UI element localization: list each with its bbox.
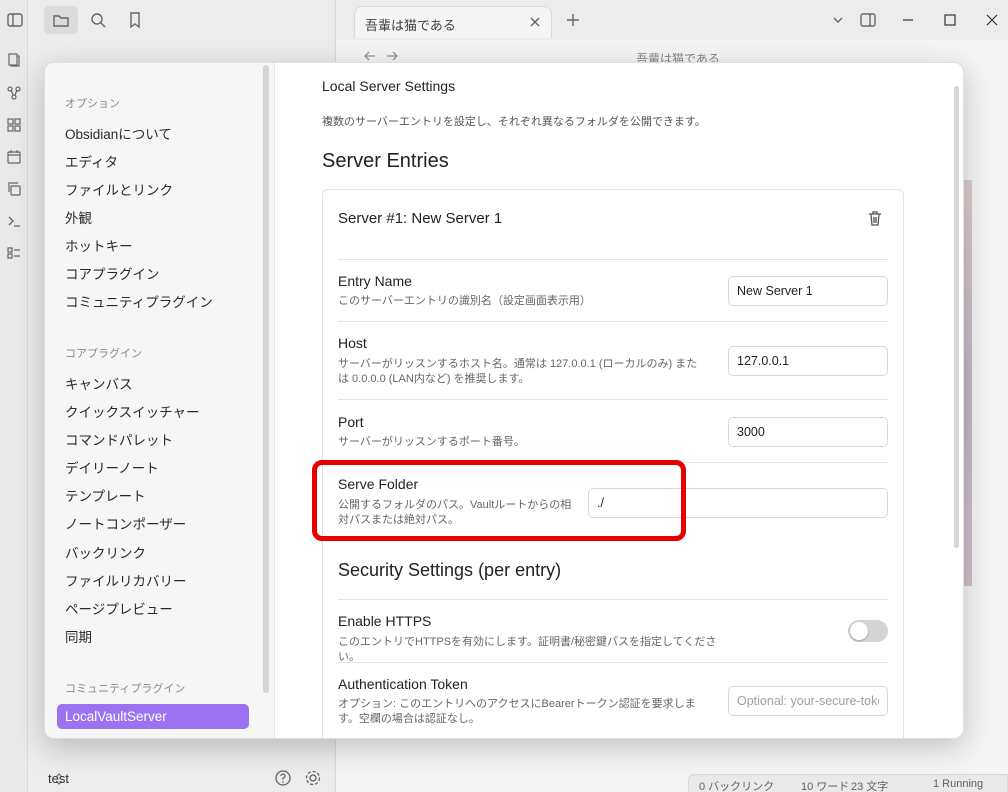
entry-name-input[interactable] — [728, 276, 888, 306]
group-heading-community: コミュニティプラグイン — [65, 683, 186, 695]
divider — [338, 662, 888, 663]
sidebar-item-page-preview[interactable]: ページプレビュー — [65, 598, 173, 618]
divider — [338, 259, 888, 260]
https-label: Enable HTTPS — [338, 613, 432, 629]
port-description: サーバーがリッスンするポート番号。 — [338, 436, 525, 448]
sidebar-item-about[interactable]: Obsidianについて — [65, 123, 172, 143]
sidebar-item-editor[interactable]: エディタ — [65, 151, 118, 171]
modal-bottom-edge — [44, 739, 964, 792]
group-heading-core: コアプラグイン — [65, 348, 142, 360]
highlight-annotation-box — [312, 460, 686, 541]
port-input[interactable] — [728, 417, 888, 447]
auth-token-description: オプション: このエントリへのアクセスにBearerトークン認証を要求します。空… — [338, 698, 696, 725]
section-title: Local Server Settings — [322, 78, 456, 94]
settings-sidebar: オプション Obsidianについて エディタ ファイルとリンク 外観 ホットキ… — [45, 63, 275, 738]
sidebar-item-command-palette[interactable]: コマンドパレット — [65, 429, 173, 449]
security-heading: Security Settings (per entry) — [338, 560, 562, 580]
server-entries-heading: Server Entries — [322, 150, 449, 172]
sidebar-item-core-plugins[interactable]: コアプラグイン — [65, 263, 160, 283]
sidebar-item-appearance[interactable]: 外観 — [65, 207, 92, 227]
auth-token-label: Authentication Token — [338, 676, 468, 692]
sidebar-item-daily-notes[interactable]: デイリーノート — [65, 457, 159, 477]
port-label: Port — [338, 414, 364, 430]
entry-name-description: このサーバーエントリの識別名（設定画面表示用） — [338, 295, 591, 307]
sidebar-item-quick-switcher[interactable]: クイックスイッチャー — [65, 401, 199, 421]
https-description: このエントリでHTTPSを有効にします。証明書/秘密鍵パスを指定してください。 — [338, 636, 717, 663]
sidebar-item-canvas[interactable]: キャンバス — [65, 373, 133, 393]
content-scrollbar[interactable] — [954, 86, 959, 548]
host-description: サーバーがリッスンするホスト名。通常は 127.0.0.1 (ローカルのみ) ま… — [338, 358, 698, 385]
sidebar-item-localvaultserver[interactable]: LocalVaultServer — [57, 704, 249, 729]
sidebar-item-note-composer[interactable]: ノートコンポーザー — [65, 513, 186, 533]
sidebar-item-files-links[interactable]: ファイルとリンク — [65, 179, 173, 199]
sidebar-item-community-plugins[interactable]: コミュニティプラグイン — [65, 291, 213, 311]
divider — [338, 399, 888, 400]
sidebar-item-sync[interactable]: 同期 — [65, 626, 92, 646]
host-input[interactable] — [728, 346, 888, 376]
toggle-knob — [850, 622, 868, 640]
server-entry-title: Server #1: New Server 1 — [338, 210, 503, 227]
divider — [338, 599, 888, 600]
group-heading-options: オプション — [65, 98, 120, 110]
section-description: 複数のサーバーエントリを設定し、それぞれ異なるフォルダを公開できます。 — [322, 116, 706, 128]
divider — [338, 321, 888, 322]
sidebar-item-hotkeys[interactable]: ホットキー — [65, 235, 133, 255]
https-toggle[interactable] — [848, 620, 888, 642]
trash-icon[interactable] — [866, 209, 884, 227]
sidebar-item-templates[interactable]: テンプレート — [65, 485, 146, 505]
host-label: Host — [338, 335, 367, 351]
entry-name-label: Entry Name — [338, 273, 412, 289]
auth-token-input[interactable] — [728, 686, 888, 716]
sidebar-scrollbar[interactable] — [263, 65, 269, 693]
sidebar-item-backlinks[interactable]: バックリンク — [65, 542, 146, 562]
sidebar-item-file-recovery[interactable]: ファイルリカバリー — [65, 570, 187, 590]
